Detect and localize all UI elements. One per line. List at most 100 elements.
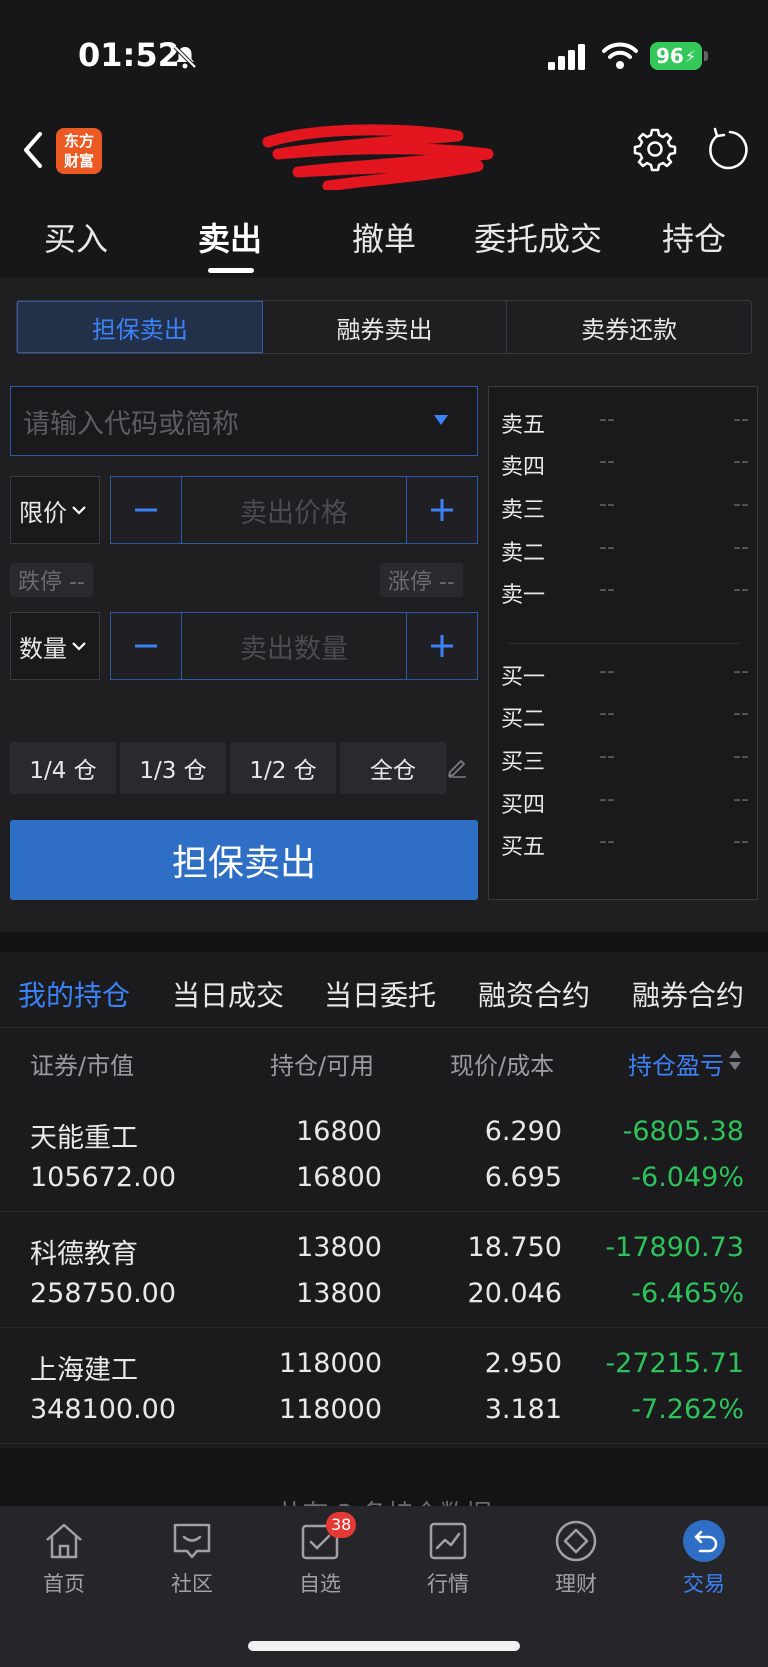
chevron-down-icon <box>72 506 86 515</box>
refresh-icon[interactable] <box>704 126 750 172</box>
market-value: 258750.00 <box>30 1278 177 1309</box>
price-type-select[interactable]: 限价 <box>10 476 100 544</box>
dropdown-triangle-icon[interactable] <box>432 413 450 427</box>
active-tab-indicator <box>208 268 254 273</box>
quantity-type-select[interactable]: 数量 <box>10 612 100 680</box>
wealth-icon <box>555 1520 597 1562</box>
price-stepper: 卖出价格 <box>110 476 478 544</box>
segment-sell-repay[interactable]: 卖券还款 <box>507 301 751 353</box>
half-position-button[interactable]: 1/2 仓 <box>230 742 336 794</box>
bid-level-4: 买四 -- -- <box>501 787 749 818</box>
ask-level-5: 卖五 -- -- <box>501 407 749 438</box>
cost-price: 20.046 <box>467 1278 562 1309</box>
limit-down-chip: 跌停 -- <box>10 563 93 597</box>
bid-level-2: 买二 -- -- <box>501 701 749 732</box>
battery-indicator: 96 ⚡ <box>650 42 702 70</box>
quarter-position-button[interactable]: 1/4 仓 <box>10 742 116 794</box>
nav-home[interactable]: 首页 <box>14 1518 114 1598</box>
available-qty: 13800 <box>296 1278 382 1309</box>
stock-name: 上海建工 <box>30 1355 138 1386</box>
order-book: 卖五 -- -- 卖四 -- -- 卖三 -- -- 卖二 -- -- 卖一 -- -- 买一 -- -… <box>488 386 758 900</box>
segment-short-sell[interactable]: 融券卖出 <box>263 301 508 353</box>
sell-price-input[interactable]: 卖出价格 <box>181 477 407 543</box>
holdings-count-note: 共有 3 条持仓数据 <box>0 1448 768 1508</box>
settings-gear-icon[interactable] <box>632 126 678 172</box>
tab-sell[interactable]: 卖出 <box>198 214 262 260</box>
market-value: 105672.00 <box>30 1162 177 1193</box>
edit-pencil-icon[interactable] <box>446 756 468 778</box>
ask-level-4: 卖四 -- -- <box>501 449 749 480</box>
minus-icon <box>135 508 157 512</box>
column-security-value: 证券/市值 <box>30 1052 135 1080</box>
holding-row[interactable]: 上海建工 348100.00 118000 118000 2.950 3.181… <box>0 1328 768 1444</box>
quantity-plus-button[interactable] <box>407 613 477 679</box>
nav-market[interactable]: 行情 <box>398 1518 498 1598</box>
status-bar: 01:52 96 ⚡ <box>0 0 768 110</box>
tab-short-contracts[interactable]: 融券合约 <box>632 974 744 1014</box>
cost-price: 3.181 <box>484 1394 562 1425</box>
back-arrow-icon[interactable] <box>18 128 48 172</box>
position-pnl-percent: -7.262% <box>631 1394 744 1425</box>
quantity-type-label: 数量 <box>19 634 67 663</box>
column-price-cost: 现价/成本 <box>450 1052 555 1080</box>
price-type-label: 限价 <box>19 498 67 527</box>
segment-margin-sell[interactable]: 担保卖出 <box>17 301 263 353</box>
position-pnl-percent: -6.049% <box>631 1162 744 1193</box>
column-holding-available: 持仓/可用 <box>270 1052 375 1080</box>
tab-margin-contracts[interactable]: 融资合约 <box>478 974 590 1014</box>
holdings-tabs: 我的持仓 当日成交 当日委托 融资合约 融券合约 <box>0 952 768 1028</box>
position-ratio-buttons: 1/4 仓 1/3 仓 1/2 仓 全仓 <box>10 742 446 794</box>
stock-code-input[interactable]: 请输入代码或简称 <box>10 386 478 456</box>
home-indicator <box>248 1641 520 1651</box>
holding-row[interactable]: 科德教育 258750.00 13800 13800 18.750 20.046… <box>0 1212 768 1328</box>
tab-orders-fills[interactable]: 委托成交 <box>474 214 602 260</box>
bid-level-1: 买一 -- -- <box>501 659 749 690</box>
sell-quantity-input[interactable]: 卖出数量 <box>181 613 407 679</box>
sort-icon[interactable] <box>728 1048 742 1072</box>
holding-qty: 13800 <box>296 1232 382 1263</box>
brand-logo: 东方 财富 <box>56 128 102 174</box>
tab-my-positions[interactable]: 我的持仓 <box>18 974 130 1014</box>
price-plus-button[interactable] <box>407 477 477 543</box>
available-qty: 16800 <box>296 1162 382 1193</box>
status-time: 01:52 <box>78 36 180 74</box>
current-price: 2.950 <box>484 1348 562 1379</box>
position-pnl: -17890.73 <box>605 1232 744 1263</box>
tab-positions[interactable]: 持仓 <box>662 214 726 260</box>
price-minus-button[interactable] <box>111 477 181 543</box>
position-pnl-percent: -6.465% <box>631 1278 744 1309</box>
tab-today-fills[interactable]: 当日成交 <box>172 974 284 1014</box>
available-qty: 118000 <box>278 1394 382 1425</box>
market-value: 348100.00 <box>30 1394 177 1425</box>
nav-watchlist[interactable]: 38 自选 <box>270 1512 370 1598</box>
current-price: 18.750 <box>467 1232 562 1263</box>
chevron-down-icon <box>72 642 86 651</box>
tab-buy[interactable]: 买入 <box>44 214 108 260</box>
tab-cancel[interactable]: 撤单 <box>352 214 416 260</box>
quantity-minus-button[interactable] <box>111 613 181 679</box>
stock-name: 天能重工 <box>30 1123 138 1154</box>
nav-trade[interactable]: 交易 <box>654 1518 754 1598</box>
watchlist-badge: 38 <box>326 1512 357 1538</box>
current-price: 6.290 <box>484 1116 562 1147</box>
bell-muted-icon <box>173 45 197 69</box>
tab-today-orders[interactable]: 当日委托 <box>324 974 436 1014</box>
margin-sell-submit-button[interactable]: 担保卖出 <box>10 820 478 900</box>
limit-up-chip: 涨停 -- <box>380 563 463 597</box>
bid-level-3: 买三 -- -- <box>501 744 749 775</box>
trade-icon <box>683 1520 725 1562</box>
nav-wealth[interactable]: 理财 <box>526 1518 626 1598</box>
community-icon <box>173 1523 211 1559</box>
cost-price: 6.695 <box>484 1162 562 1193</box>
column-position-pnl[interactable]: 持仓盈亏 <box>628 1046 724 1081</box>
order-book-divider <box>509 643 739 644</box>
battery-cap <box>704 51 708 61</box>
ask-level-3: 卖三 -- -- <box>501 492 749 523</box>
third-position-button[interactable]: 1/3 仓 <box>120 742 226 794</box>
nav-community[interactable]: 社区 <box>142 1518 242 1598</box>
signal-icon <box>548 44 585 70</box>
holding-row[interactable]: 天能重工 105672.00 16800 16800 6.290 6.695 -… <box>0 1096 768 1212</box>
full-position-button[interactable]: 全仓 <box>340 742 446 794</box>
market-icon <box>429 1522 467 1560</box>
charging-icon: ⚡ <box>684 46 697 66</box>
